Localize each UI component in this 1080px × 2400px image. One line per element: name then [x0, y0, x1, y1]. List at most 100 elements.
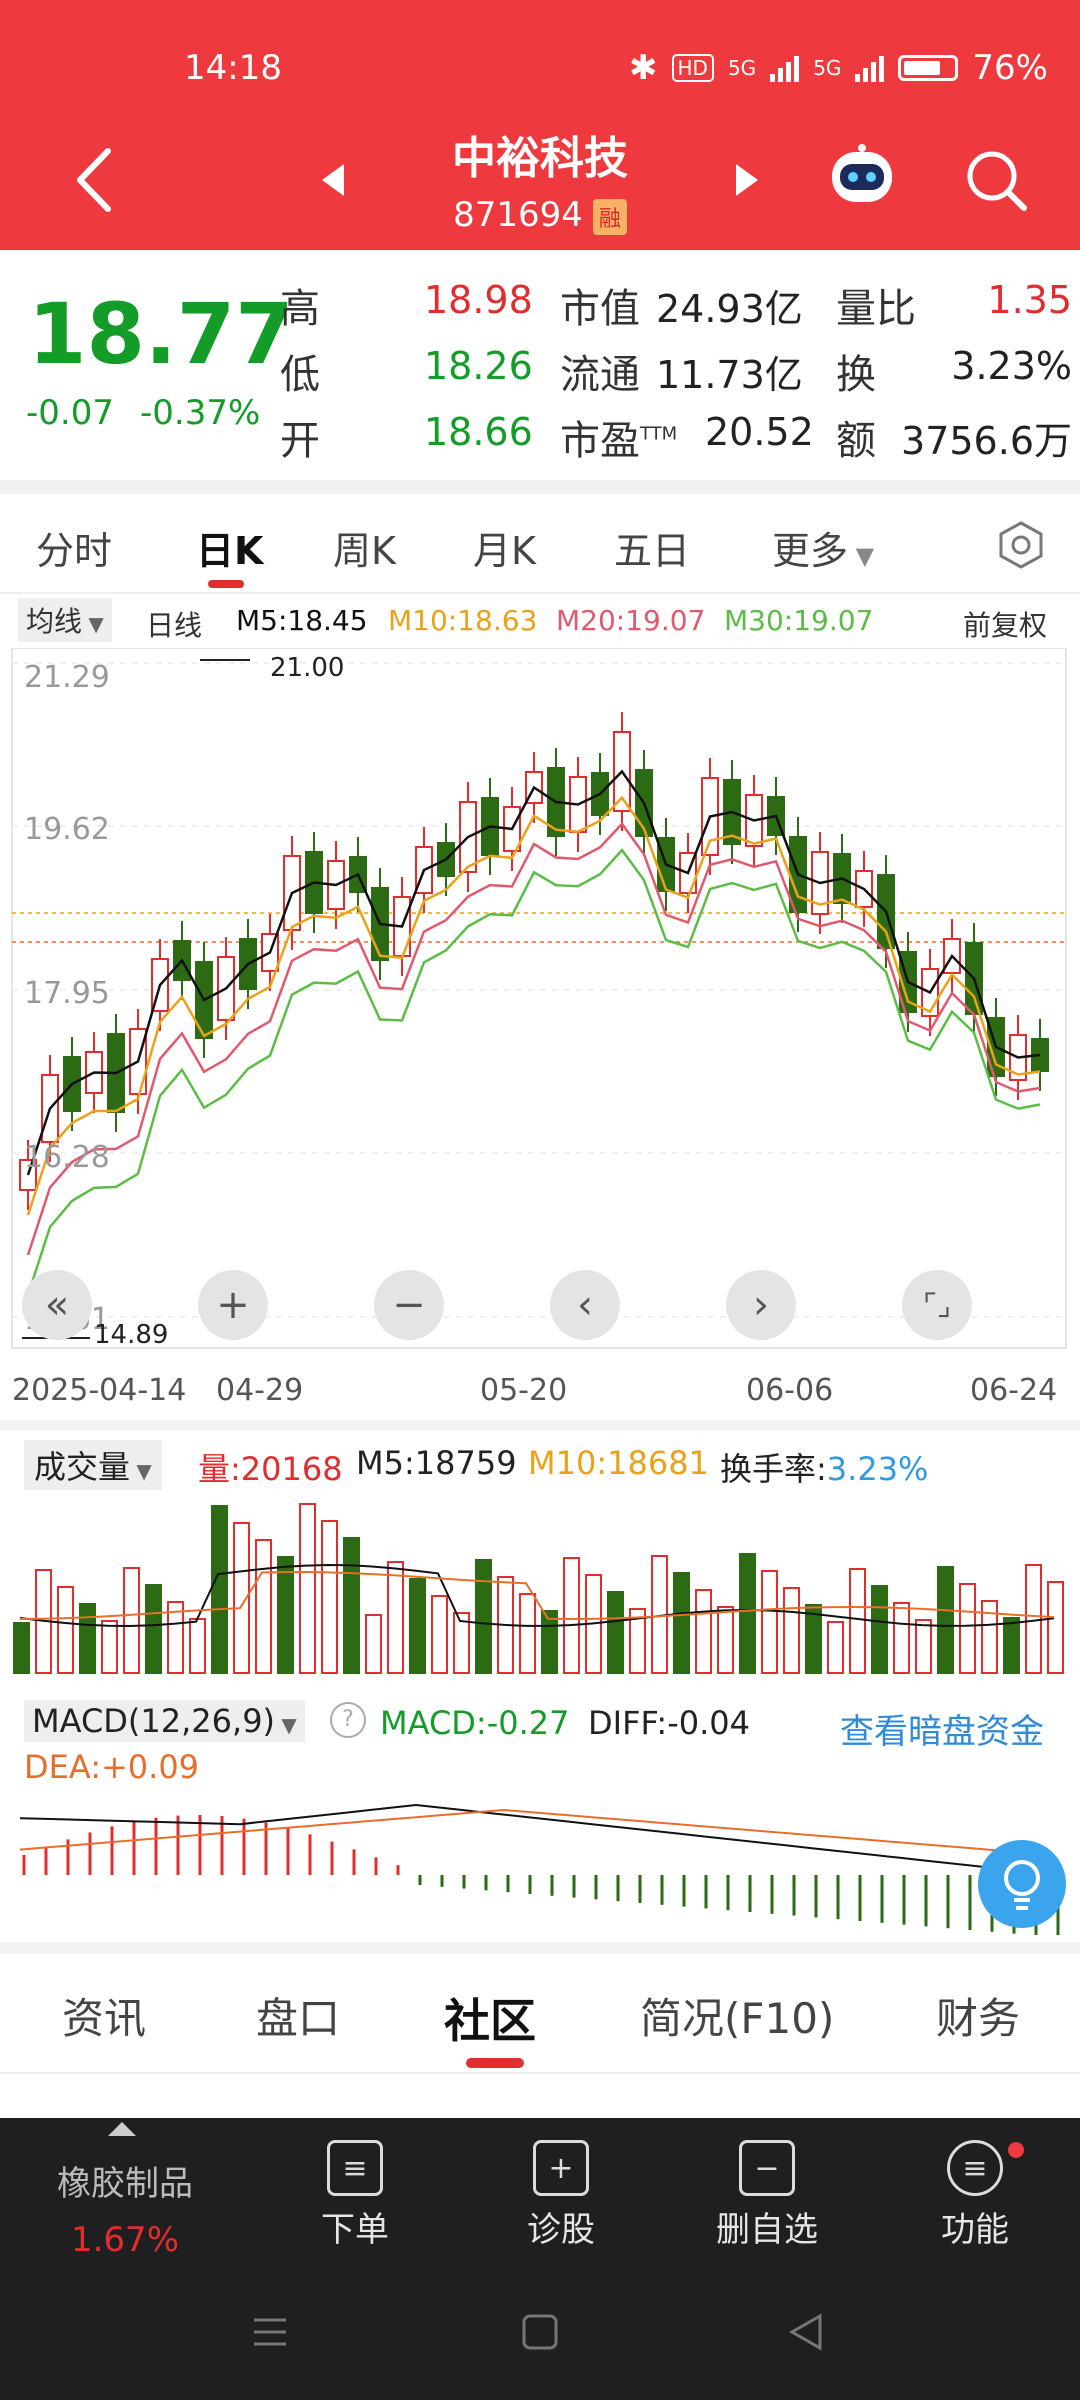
- volume-bar: [761, 1570, 778, 1674]
- ma10-value: M10:18.63: [388, 604, 538, 637]
- volume-selector[interactable]: 成交量 ▼: [24, 1440, 162, 1490]
- volume-bar: [321, 1520, 338, 1674]
- volume-bar: [519, 1593, 536, 1674]
- move-left-button[interactable]: ‹: [550, 1270, 620, 1340]
- tab-daily-k[interactable]: 日K: [196, 520, 263, 575]
- rewind-button[interactable]: «: [22, 1270, 92, 1340]
- volume-bar: [123, 1567, 140, 1674]
- net1-label: 5G: [727, 56, 757, 80]
- tab-five-day[interactable]: 五日: [614, 520, 690, 575]
- low-marker: 14.89: [94, 1320, 169, 1350]
- nav-back-icon[interactable]: [786, 2312, 826, 2352]
- hint-bulb-button[interactable]: [978, 1840, 1066, 1928]
- notification-dot: [1008, 2142, 1024, 2158]
- y-label-2: 19.62: [24, 812, 110, 847]
- order-icon: ≡: [327, 2140, 383, 2196]
- remove-watchlist-button[interactable]: − 删自选: [702, 2140, 832, 2251]
- tab-profile[interactable]: 简况(F10): [640, 1985, 834, 2046]
- y-label-3: 17.95: [24, 976, 110, 1011]
- last-price: 18.77: [28, 285, 294, 383]
- volume-bar: [145, 1584, 162, 1674]
- volume-bar: [783, 1587, 800, 1674]
- status-time: 14:18: [184, 48, 282, 88]
- volume-bar: [343, 1537, 360, 1674]
- settings-hex-icon[interactable]: [996, 520, 1046, 570]
- divider: [0, 2072, 1080, 2074]
- volume-selector-label: 成交量: [34, 1448, 131, 1486]
- move-right-button[interactable]: ›: [726, 1270, 796, 1340]
- tab-news[interactable]: 资讯: [62, 1985, 146, 2046]
- volume-bar: [607, 1591, 624, 1674]
- zoom-in-button[interactable]: +: [198, 1270, 268, 1340]
- volume-bar: [541, 1610, 558, 1674]
- order-button[interactable]: ≡ 下单: [290, 2140, 420, 2251]
- volume-m10: M10:18681: [528, 1444, 709, 1482]
- hd-badge: HD: [671, 54, 714, 82]
- volume-bar: [849, 1568, 866, 1674]
- float-label: 流通: [560, 352, 640, 398]
- volume-bar: [431, 1595, 448, 1674]
- sector-change: 1.67%: [70, 2220, 179, 2260]
- ma-selector-label: 均线: [26, 605, 83, 638]
- volume-bar: [937, 1566, 954, 1674]
- tab-order-book[interactable]: 盘口: [256, 1985, 340, 2046]
- volume-bar: [475, 1559, 492, 1674]
- divider: [0, 1942, 1080, 1954]
- ma5-value: M5:18.45: [236, 604, 368, 637]
- volume-bar: [387, 1561, 404, 1674]
- minus-icon: −: [392, 1282, 426, 1328]
- tab-monthly-k[interactable]: 月K: [473, 520, 536, 575]
- y-label-4: 16.28: [24, 1140, 110, 1175]
- kline-chart[interactable]: [0, 648, 1080, 1358]
- stock-code: 871694: [453, 195, 583, 235]
- mcap-label: 市值: [560, 286, 640, 332]
- remove-icon: −: [739, 2140, 795, 2196]
- volume-bar: [827, 1621, 844, 1674]
- chevron-right-icon: ›: [753, 1282, 769, 1328]
- macd-chart: [19, 1803, 1060, 1935]
- tab-community[interactable]: 社区: [444, 1985, 536, 2051]
- high-marker: 21.00: [270, 653, 345, 683]
- caret-up-icon: [108, 2122, 136, 2136]
- turnover-rate-value: 3.23%: [826, 1450, 929, 1488]
- volume-bar: [1047, 1581, 1064, 1674]
- tab-finance[interactable]: 财务: [936, 1985, 1020, 2046]
- open-label: 开: [280, 418, 320, 464]
- volume-bar: [409, 1578, 426, 1674]
- nav-menu-icon[interactable]: [250, 2312, 290, 2352]
- volume-bar: [79, 1603, 96, 1674]
- adjust-mode[interactable]: 前复权: [963, 604, 1047, 644]
- bluetooth-icon: ✱: [629, 48, 658, 88]
- volume-bar: [959, 1583, 976, 1674]
- volume-bar: [1003, 1617, 1020, 1674]
- diff-line: [19, 1803, 1055, 1876]
- status-icons: ✱ HD 5G 5G 76%: [629, 48, 1048, 88]
- fullscreen-button[interactable]: ⌜⌟: [902, 1270, 972, 1340]
- sector-name[interactable]: 橡胶制品: [30, 2156, 220, 2205]
- fullscreen-icon: ⌜⌟: [922, 1287, 952, 1323]
- float-value: 11.73亿: [656, 353, 803, 397]
- volume-bar: [695, 1589, 712, 1674]
- lightbulb-icon: [1004, 1860, 1040, 1910]
- chevron-down-icon: ▼: [275, 1713, 297, 1737]
- tab-more[interactable]: 更多 ▼: [772, 520, 874, 575]
- zoom-out-button[interactable]: −: [374, 1270, 444, 1340]
- function-button[interactable]: ≡ 功能: [910, 2140, 1040, 2251]
- open-value: 18.66: [424, 410, 533, 454]
- assistant-robot-icon[interactable]: [822, 142, 902, 212]
- diagnose-button[interactable]: + 诊股: [496, 2140, 626, 2251]
- nav-home-icon[interactable]: [520, 2312, 560, 2352]
- tab-intraday[interactable]: 分时: [36, 520, 112, 575]
- price-change: -0.07: [26, 393, 114, 433]
- help-icon[interactable]: ?: [330, 1702, 366, 1738]
- ma-selector[interactable]: 均线 ▼: [18, 598, 112, 642]
- amount-label: 额: [836, 418, 876, 464]
- volume-value: 量:20168: [198, 1450, 343, 1488]
- search-icon[interactable]: [962, 146, 1032, 216]
- low-label: 低: [280, 352, 320, 398]
- dea-line: [19, 1808, 1055, 1856]
- volume-bar: [717, 1606, 734, 1674]
- pe-ttm-sup: TTM: [640, 423, 678, 445]
- net2-label: 5G: [813, 56, 842, 80]
- tab-weekly-k[interactable]: 周K: [333, 520, 396, 575]
